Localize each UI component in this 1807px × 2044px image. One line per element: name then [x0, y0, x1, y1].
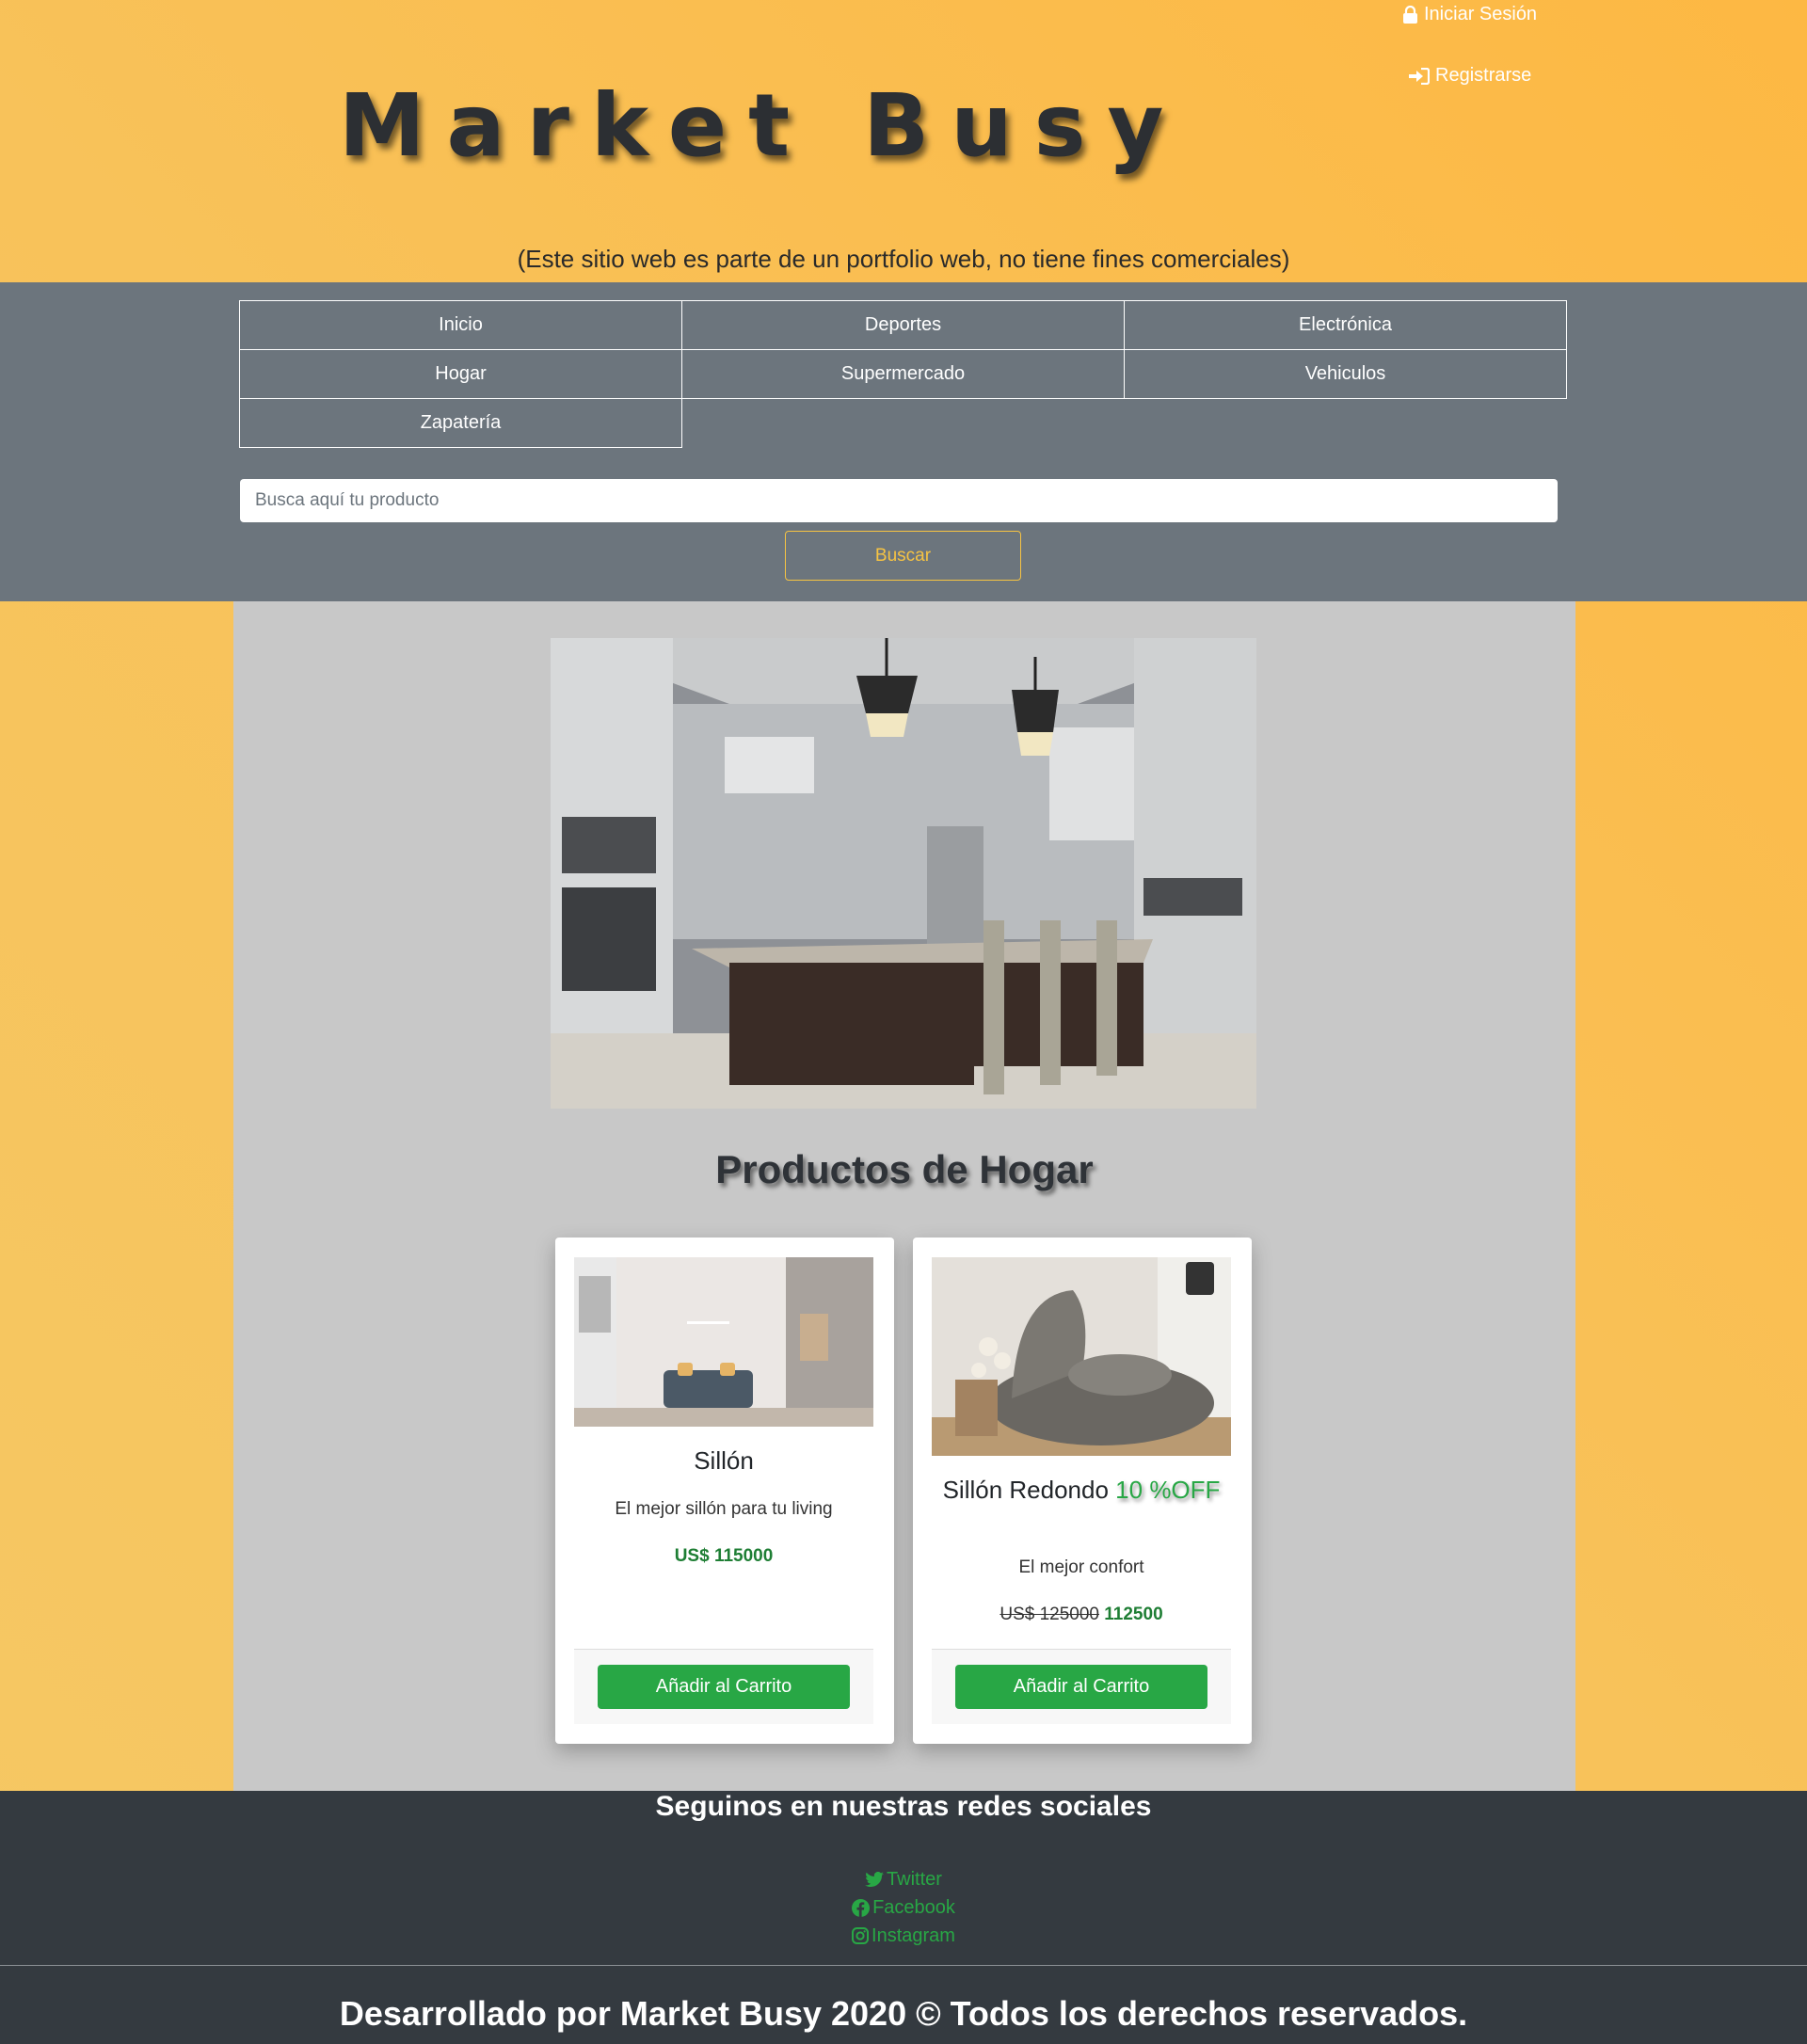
navigation-band: Inicio Deportes Electrónica Hogar Superm… [0, 282, 1807, 601]
sign-in-icon [1409, 67, 1430, 85]
nav-item-supermercado[interactable]: Supermercado [681, 349, 1125, 399]
product-price: US$ 125000 112500 [932, 1605, 1231, 1625]
nav-item-inicio[interactable]: Inicio [239, 300, 682, 350]
copyright-text: Desarrollado por Market Busy 2020 © Todo… [339, 1994, 1468, 2033]
search-input[interactable] [240, 479, 1558, 522]
main-content: Productos de Hogar Sillón El mejor silló… [233, 601, 1575, 1791]
twitter-icon [865, 1871, 885, 1887]
discount-badge: 10 %OFF [1115, 1476, 1221, 1504]
card-footer: Añadir al Carrito [574, 1649, 873, 1724]
product-description: El mejor confort [1018, 1557, 1144, 1577]
header: Iniciar Sesión Registrarse Market Busy (… [0, 0, 1807, 282]
add-to-cart-button[interactable]: Añadir al Carrito [598, 1665, 850, 1709]
product-title: Sillón Redondo 10 %OFF [932, 1476, 1231, 1505]
twitter-link[interactable]: Twitter [0, 1865, 1807, 1893]
nav-item-electronica[interactable]: Electrónica [1124, 300, 1567, 350]
product-description: El mejor sillón para tu living [615, 1499, 833, 1519]
search-button[interactable]: Buscar [785, 531, 1021, 581]
login-label: Iniciar Sesión [1424, 4, 1538, 24]
disclaimer-text: (Este sitio web es parte de un portfolio… [517, 245, 1290, 273]
social-title: Seguinos en nuestras redes sociales [655, 1791, 1152, 1822]
add-to-cart-button[interactable]: Añadir al Carrito [955, 1665, 1207, 1709]
product-card: Sillón Redondo 10 %OFF El mejor confort … [913, 1238, 1252, 1744]
category-nav: Inicio Deportes Electrónica Hogar Superm… [239, 300, 1567, 448]
facebook-link[interactable]: Facebook [0, 1893, 1807, 1922]
instagram-label: Instagram [872, 1924, 955, 1946]
facebook-icon [852, 1898, 871, 1917]
old-price: US$ 125000 [999, 1605, 1099, 1624]
nav-item-zapateria[interactable]: Zapatería [239, 398, 682, 448]
nav-item-vehiculos[interactable]: Vehiculos [1124, 349, 1567, 399]
product-title: Sillón [694, 1446, 754, 1475]
section-title: Productos de Hogar [715, 1147, 1094, 1191]
product-price: US$ 115000 [674, 1546, 774, 1566]
nav-item-deportes[interactable]: Deportes [681, 300, 1125, 350]
register-label: Registrarse [1435, 65, 1532, 86]
copyright-footer: Desarrollado por Market Busy 2020 © Todo… [0, 1966, 1807, 2044]
product-card: Sillón El mejor sillón para tu living US… [555, 1238, 894, 1744]
site-title[interactable]: Market Busy [339, 75, 1185, 176]
register-link[interactable]: Registrarse [1409, 65, 1531, 87]
product-image [932, 1257, 1231, 1456]
product-image [574, 1257, 873, 1427]
login-link[interactable]: Iniciar Sesión [1402, 4, 1537, 25]
product-title-text: Sillón Redondo [942, 1476, 1109, 1504]
social-links: Twitter Facebook Instagram [0, 1865, 1807, 1950]
social-footer: Seguinos en nuestras redes sociales Twit… [0, 1791, 1807, 1966]
card-footer: Añadir al Carrito [932, 1649, 1231, 1724]
hero-kitchen-image [551, 638, 1256, 1109]
instagram-icon [852, 1927, 870, 1944]
instagram-link[interactable]: Instagram [0, 1922, 1807, 1950]
nav-item-hogar[interactable]: Hogar [239, 349, 682, 399]
twitter-label: Twitter [887, 1868, 942, 1890]
facebook-label: Facebook [872, 1896, 955, 1918]
new-price: 112500 [1104, 1605, 1163, 1624]
lock-icon [1403, 5, 1417, 24]
